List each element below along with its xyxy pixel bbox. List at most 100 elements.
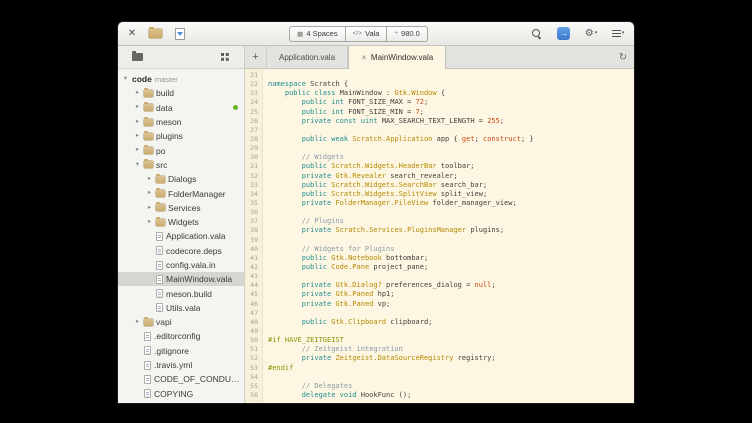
open-folder-button[interactable] bbox=[147, 25, 163, 43]
tree-item-plugins[interactable]: ▸ plugins bbox=[118, 129, 244, 143]
tree-item-label: CODE_OF_CONDUCT.md bbox=[154, 374, 244, 384]
tree-item-label: .editorconfig bbox=[154, 331, 200, 341]
line-number: 54 bbox=[245, 373, 258, 382]
line-number: 32 bbox=[245, 172, 258, 181]
segment-label: 980.0 bbox=[401, 29, 420, 38]
gear-icon: ⚙ bbox=[585, 29, 594, 39]
expander-icon[interactable]: ▾ bbox=[134, 162, 141, 169]
file-icon bbox=[156, 232, 163, 241]
expander-icon[interactable]: ▸ bbox=[146, 219, 153, 226]
tree-item-code[interactable]: ▾codemaster bbox=[118, 72, 244, 86]
window-close-button[interactable]: ✕ bbox=[126, 29, 138, 39]
settings-button[interactable]: ⚙ ▾ bbox=[583, 25, 599, 43]
tree-item-vapi[interactable]: ▸ vapi bbox=[118, 315, 244, 329]
tree-item-data[interactable]: ▸ data bbox=[118, 101, 244, 115]
chevron-down-icon: ▾ bbox=[622, 31, 625, 36]
line-number: 23 bbox=[245, 89, 258, 98]
new-tab-button[interactable]: + bbox=[245, 46, 267, 68]
menu-button[interactable]: ▾ bbox=[610, 25, 626, 43]
share-button[interactable]: → bbox=[556, 25, 572, 43]
code-line bbox=[268, 309, 634, 318]
code-line: // Zeitgeist integration bbox=[268, 345, 634, 354]
tree-item-Utils.vala[interactable]: Utils.vala bbox=[118, 301, 244, 315]
line-number: 41 bbox=[245, 254, 258, 263]
tab-label: MainWindow.vala bbox=[371, 53, 433, 62]
code-line: // Plugins bbox=[268, 217, 634, 226]
segment-4-spaces[interactable]: ▦4 Spaces bbox=[289, 26, 345, 42]
tree-item-src[interactable]: ▾ src bbox=[118, 158, 244, 172]
toolbar-right-group: → ⚙ ▾ ▾ bbox=[529, 25, 626, 43]
line-number: 38 bbox=[245, 226, 258, 235]
line-number: 42 bbox=[245, 263, 258, 272]
expander-icon[interactable]: ▸ bbox=[134, 133, 141, 140]
tree-item-.editorconfig[interactable]: .editorconfig bbox=[118, 329, 244, 343]
tree-item-label: plugins bbox=[156, 131, 183, 141]
segment-980-0[interactable]: ÷980.0 bbox=[387, 26, 427, 42]
share-icon: → bbox=[557, 27, 570, 40]
line-number: 34 bbox=[245, 190, 258, 199]
tree-item-MainWindow.vala[interactable]: MainWindow.vala bbox=[118, 272, 244, 286]
tree-item-meson[interactable]: ▸meson bbox=[118, 115, 244, 129]
line-number: 52 bbox=[245, 354, 258, 363]
code-editor[interactable]: 2122232425262728293031323334353637383940… bbox=[245, 69, 634, 403]
project-chooser-button[interactable] bbox=[129, 48, 145, 66]
code-line: public Scratch.Widgets.HeaderBar toolbar… bbox=[268, 162, 634, 171]
tree-item-label: data bbox=[156, 103, 173, 113]
tab-close-icon[interactable]: ✕ bbox=[361, 54, 367, 62]
expander-icon[interactable]: ▸ bbox=[146, 205, 153, 212]
code-line: // Widgets bbox=[268, 153, 634, 162]
toolbar-segments: ▦4 Spaces</>Vala÷980.0 bbox=[289, 26, 428, 42]
expander-icon[interactable]: ▸ bbox=[134, 319, 141, 326]
tree-item-label: build bbox=[156, 88, 174, 98]
tree-item-config.vala.in[interactable]: config.vala.in bbox=[118, 258, 244, 272]
expander-icon[interactable]: ▸ bbox=[134, 147, 141, 154]
expander-icon[interactable]: ▸ bbox=[146, 176, 153, 183]
segment-vala[interactable]: </>Vala bbox=[346, 26, 388, 42]
tree-item-Application.vala[interactable]: Application.vala bbox=[118, 229, 244, 243]
expander-icon[interactable]: ▸ bbox=[146, 190, 153, 197]
app-window: ✕ ▦4 Spaces</>Vala÷980.0 → ⚙ ▾ ▾ bbox=[118, 22, 634, 403]
view-switcher-button[interactable] bbox=[217, 48, 233, 66]
tree-item-.travis.yml[interactable]: .travis.yml bbox=[118, 358, 244, 372]
tab-Application.vala[interactable]: Application.vala bbox=[267, 46, 348, 68]
save-as-button[interactable] bbox=[172, 25, 188, 43]
tab-bar: + Application.vala ✕ MainWindow.vala ↻ bbox=[245, 46, 634, 69]
line-number: 55 bbox=[245, 382, 258, 391]
code-line: public Code.Pane project_pane; bbox=[268, 263, 634, 272]
line-number: 37 bbox=[245, 217, 258, 226]
expander-icon[interactable]: ▾ bbox=[122, 76, 129, 83]
history-button[interactable]: ↻ bbox=[612, 46, 634, 68]
tree-item-label: src bbox=[156, 160, 167, 170]
file-icon bbox=[156, 275, 163, 284]
tree-item-CODE_OF_CONDUCT.md[interactable]: CODE_OF_CONDUCT.md bbox=[118, 372, 244, 386]
folder-icon bbox=[156, 204, 165, 211]
tree-item-label: Application.vala bbox=[166, 231, 226, 241]
folder-icon bbox=[144, 104, 153, 111]
expander-icon[interactable]: ▸ bbox=[134, 119, 141, 126]
tree-item-label: vapi bbox=[156, 317, 172, 327]
tree-item-.gitignore[interactable]: .gitignore bbox=[118, 344, 244, 358]
tree-item-Widgets[interactable]: ▸Widgets bbox=[118, 215, 244, 229]
branch-badge: master bbox=[155, 75, 178, 84]
tab-MainWindow.vala[interactable]: ✕ MainWindow.vala bbox=[348, 46, 446, 69]
tree-item-Dialogs[interactable]: ▸Dialogs bbox=[118, 172, 244, 186]
folder-icon bbox=[144, 133, 153, 140]
tree-item-FolderManager[interactable]: ▸FolderManager bbox=[118, 186, 244, 200]
expander-icon[interactable]: ▸ bbox=[134, 104, 141, 111]
tree-item-codecore.deps[interactable]: codecore.deps bbox=[118, 244, 244, 258]
segment-label: Vala bbox=[365, 29, 379, 38]
expander-icon[interactable]: ▸ bbox=[134, 90, 141, 97]
header-toolbar: ✕ ▦4 Spaces</>Vala÷980.0 → ⚙ ▾ ▾ bbox=[118, 22, 634, 46]
tree-item-Services[interactable]: ▸Services bbox=[118, 201, 244, 215]
goto-icon: ÷ bbox=[394, 30, 398, 37]
code-line: private Scratch.Services.PluginsManager … bbox=[268, 226, 634, 235]
line-number: 49 bbox=[245, 327, 258, 336]
line-number: 27 bbox=[245, 126, 258, 135]
line-number: 56 bbox=[245, 391, 258, 400]
tree-item-COPYING[interactable]: COPYING bbox=[118, 387, 244, 401]
tree-item-build[interactable]: ▸ build bbox=[118, 86, 244, 100]
tree-item-po[interactable]: ▸po bbox=[118, 143, 244, 157]
tree-item-meson.build[interactable]: meson.build bbox=[118, 286, 244, 300]
file-icon bbox=[156, 289, 163, 298]
search-button[interactable] bbox=[529, 25, 545, 43]
